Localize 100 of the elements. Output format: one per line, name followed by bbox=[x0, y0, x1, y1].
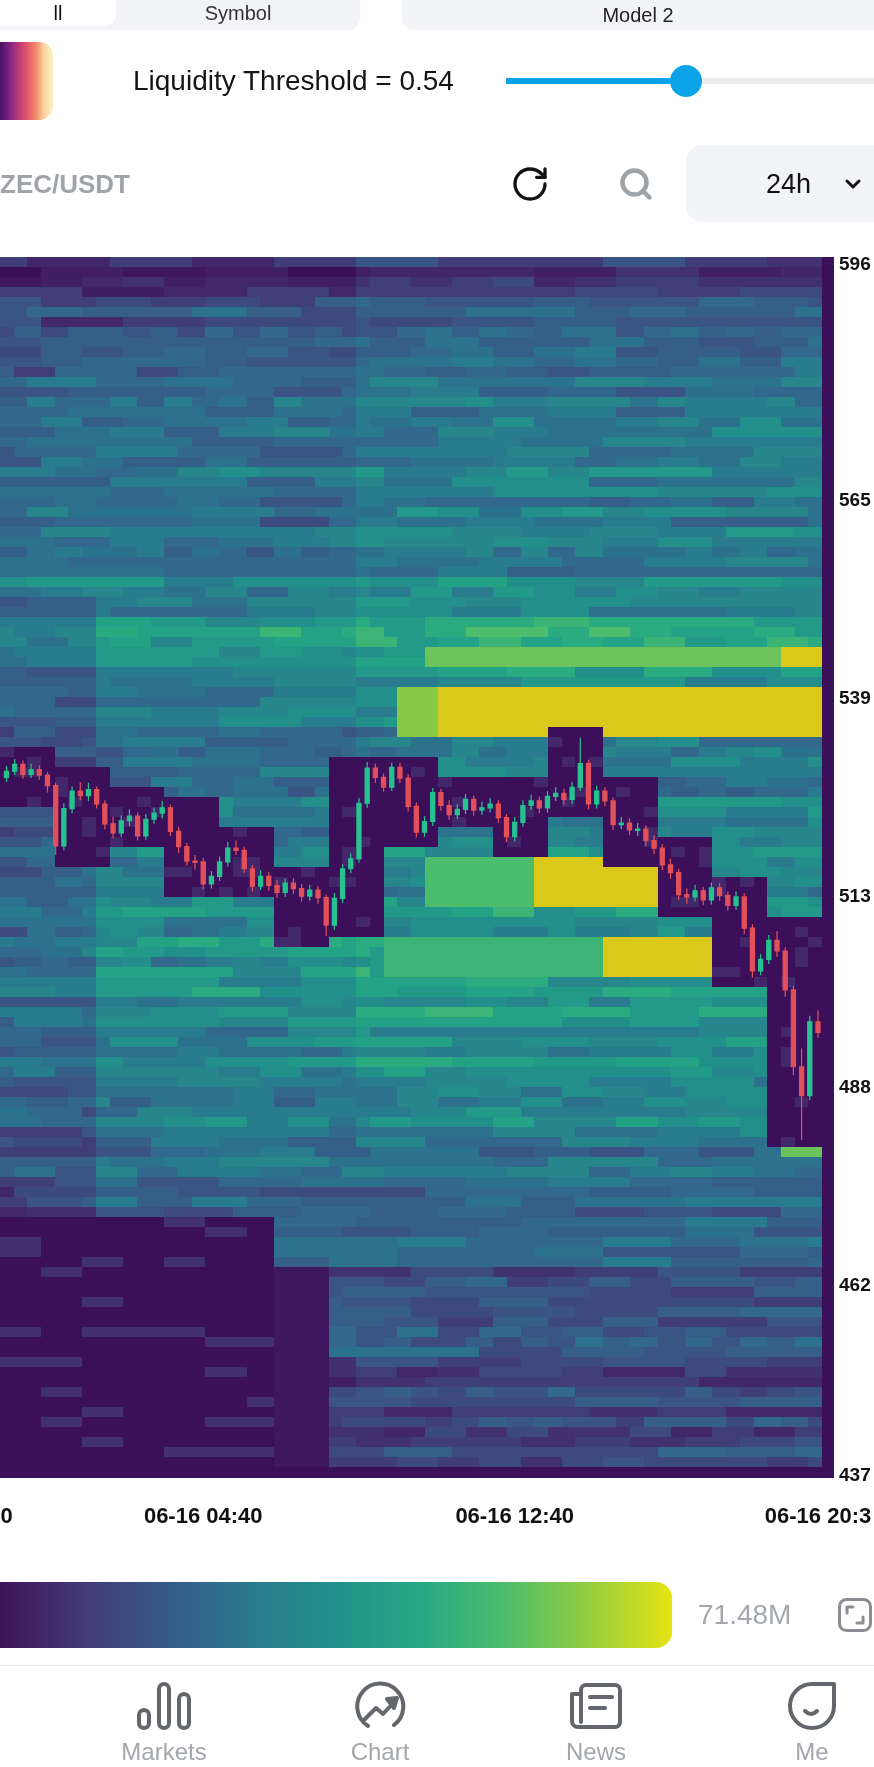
rising-candle bbox=[454, 803, 460, 820]
falling-candle bbox=[241, 846, 247, 874]
falling-candle bbox=[167, 804, 174, 837]
falling-candle bbox=[94, 785, 100, 810]
falling-candle bbox=[536, 795, 542, 814]
falling-candle bbox=[77, 781, 83, 801]
price-axis-label: 513 bbox=[839, 884, 871, 909]
tab[interactable]: ll bbox=[0, 0, 116, 26]
rising-candle bbox=[364, 761, 370, 809]
falling-candle bbox=[700, 886, 706, 906]
price-axis-label: 565 bbox=[839, 488, 871, 513]
falling-candle bbox=[651, 834, 657, 855]
falling-candle bbox=[249, 864, 256, 893]
rising-candle bbox=[430, 787, 436, 827]
rising-candle bbox=[348, 852, 354, 874]
rising-candle bbox=[569, 781, 575, 805]
falling-candle bbox=[372, 763, 378, 784]
search-icon[interactable] bbox=[618, 165, 654, 202]
falling-candle bbox=[503, 813, 510, 843]
falling-candle bbox=[266, 871, 272, 892]
rising-candle bbox=[225, 841, 231, 868]
rising-candle bbox=[28, 763, 34, 779]
scale-max-label: 71.48M bbox=[698, 1598, 792, 1632]
falling-candle bbox=[659, 843, 665, 871]
falling-candle bbox=[110, 816, 116, 839]
falling-candle bbox=[438, 788, 444, 812]
rising-candle bbox=[151, 807, 157, 825]
falling-candle bbox=[44, 771, 51, 794]
rising-candle bbox=[577, 737, 583, 792]
expand-icon[interactable] bbox=[838, 1598, 872, 1632]
rising-candle bbox=[69, 785, 75, 814]
price-axis-label: 596 bbox=[839, 252, 871, 276]
newspaper-icon bbox=[569, 1682, 623, 1730]
falling-candle bbox=[774, 930, 780, 958]
falling-candle bbox=[471, 795, 477, 816]
falling-candle bbox=[684, 887, 690, 905]
rising-candle bbox=[389, 762, 395, 792]
falling-candle bbox=[782, 946, 788, 998]
smiley-icon bbox=[786, 1680, 838, 1732]
colormap-swatch[interactable] bbox=[0, 42, 53, 120]
rising-candle bbox=[126, 808, 133, 827]
rising-candle bbox=[356, 797, 362, 864]
price-axis-label: 488 bbox=[839, 1074, 871, 1099]
falling-candle bbox=[585, 759, 592, 810]
rising-candle bbox=[462, 793, 469, 815]
falling-candle bbox=[602, 786, 608, 807]
price-axis-label: 462 bbox=[839, 1272, 871, 1297]
rising-candle bbox=[159, 800, 165, 820]
rising-candle bbox=[282, 878, 288, 898]
price-axis-label: 539 bbox=[839, 686, 871, 711]
falling-candle bbox=[815, 1009, 821, 1039]
rising-candle bbox=[61, 802, 67, 852]
falling-candle bbox=[315, 885, 321, 905]
symbol-label: ZEC/USDT bbox=[0, 167, 130, 200]
falling-candle bbox=[233, 839, 239, 856]
threshold-label: Liquidity Threshold = 0.54 bbox=[133, 64, 454, 98]
time-axis-label: 0 bbox=[0, 1502, 13, 1530]
rising-candle bbox=[544, 790, 551, 813]
rising-candle bbox=[708, 881, 715, 906]
rising-candle bbox=[12, 758, 18, 776]
rising-candle bbox=[487, 797, 493, 813]
falling-candle bbox=[274, 879, 280, 899]
rising-candle bbox=[520, 799, 526, 828]
time-axis-label: 06-16 12:40 bbox=[455, 1502, 575, 1530]
rising-candle bbox=[3, 765, 10, 783]
falling-candle bbox=[725, 891, 731, 912]
falling-candle bbox=[413, 801, 419, 839]
falling-candle bbox=[184, 842, 190, 867]
rising-candle bbox=[85, 782, 92, 802]
tab[interactable]: Symbol bbox=[116, 0, 360, 26]
falling-candle bbox=[323, 894, 329, 937]
falling-candle bbox=[676, 868, 682, 901]
falling-candle bbox=[717, 882, 723, 902]
falling-candle bbox=[405, 773, 411, 813]
rising-candle bbox=[528, 794, 534, 811]
falling-candle bbox=[200, 857, 206, 890]
model-dropdown[interactable]: Model 2 bbox=[402, 0, 874, 30]
falling-candle bbox=[667, 858, 674, 880]
falling-candle bbox=[749, 923, 756, 979]
slider-thumb[interactable] bbox=[670, 65, 703, 97]
rising-candle bbox=[143, 813, 149, 841]
rising-candle bbox=[594, 785, 600, 810]
rising-candle bbox=[257, 869, 264, 891]
threshold-slider[interactable] bbox=[506, 65, 874, 97]
rising-candle bbox=[692, 884, 698, 903]
rising-candle bbox=[635, 822, 641, 837]
time-axis-label: 06-16 20:3 bbox=[764, 1502, 872, 1530]
rising-candle bbox=[553, 786, 559, 802]
rising-candle bbox=[766, 934, 772, 965]
falling-candle bbox=[495, 799, 501, 824]
range-dropdown[interactable]: 24h bbox=[686, 145, 874, 222]
rising-candle bbox=[479, 801, 485, 816]
falling-candle bbox=[610, 796, 616, 831]
rising-candle bbox=[618, 816, 624, 830]
falling-candle bbox=[380, 772, 387, 793]
bar-chart-icon bbox=[137, 1682, 191, 1730]
falling-candle bbox=[397, 762, 403, 784]
falling-candle bbox=[102, 799, 108, 830]
rising-candle bbox=[421, 815, 428, 838]
rising-candle bbox=[307, 884, 313, 902]
